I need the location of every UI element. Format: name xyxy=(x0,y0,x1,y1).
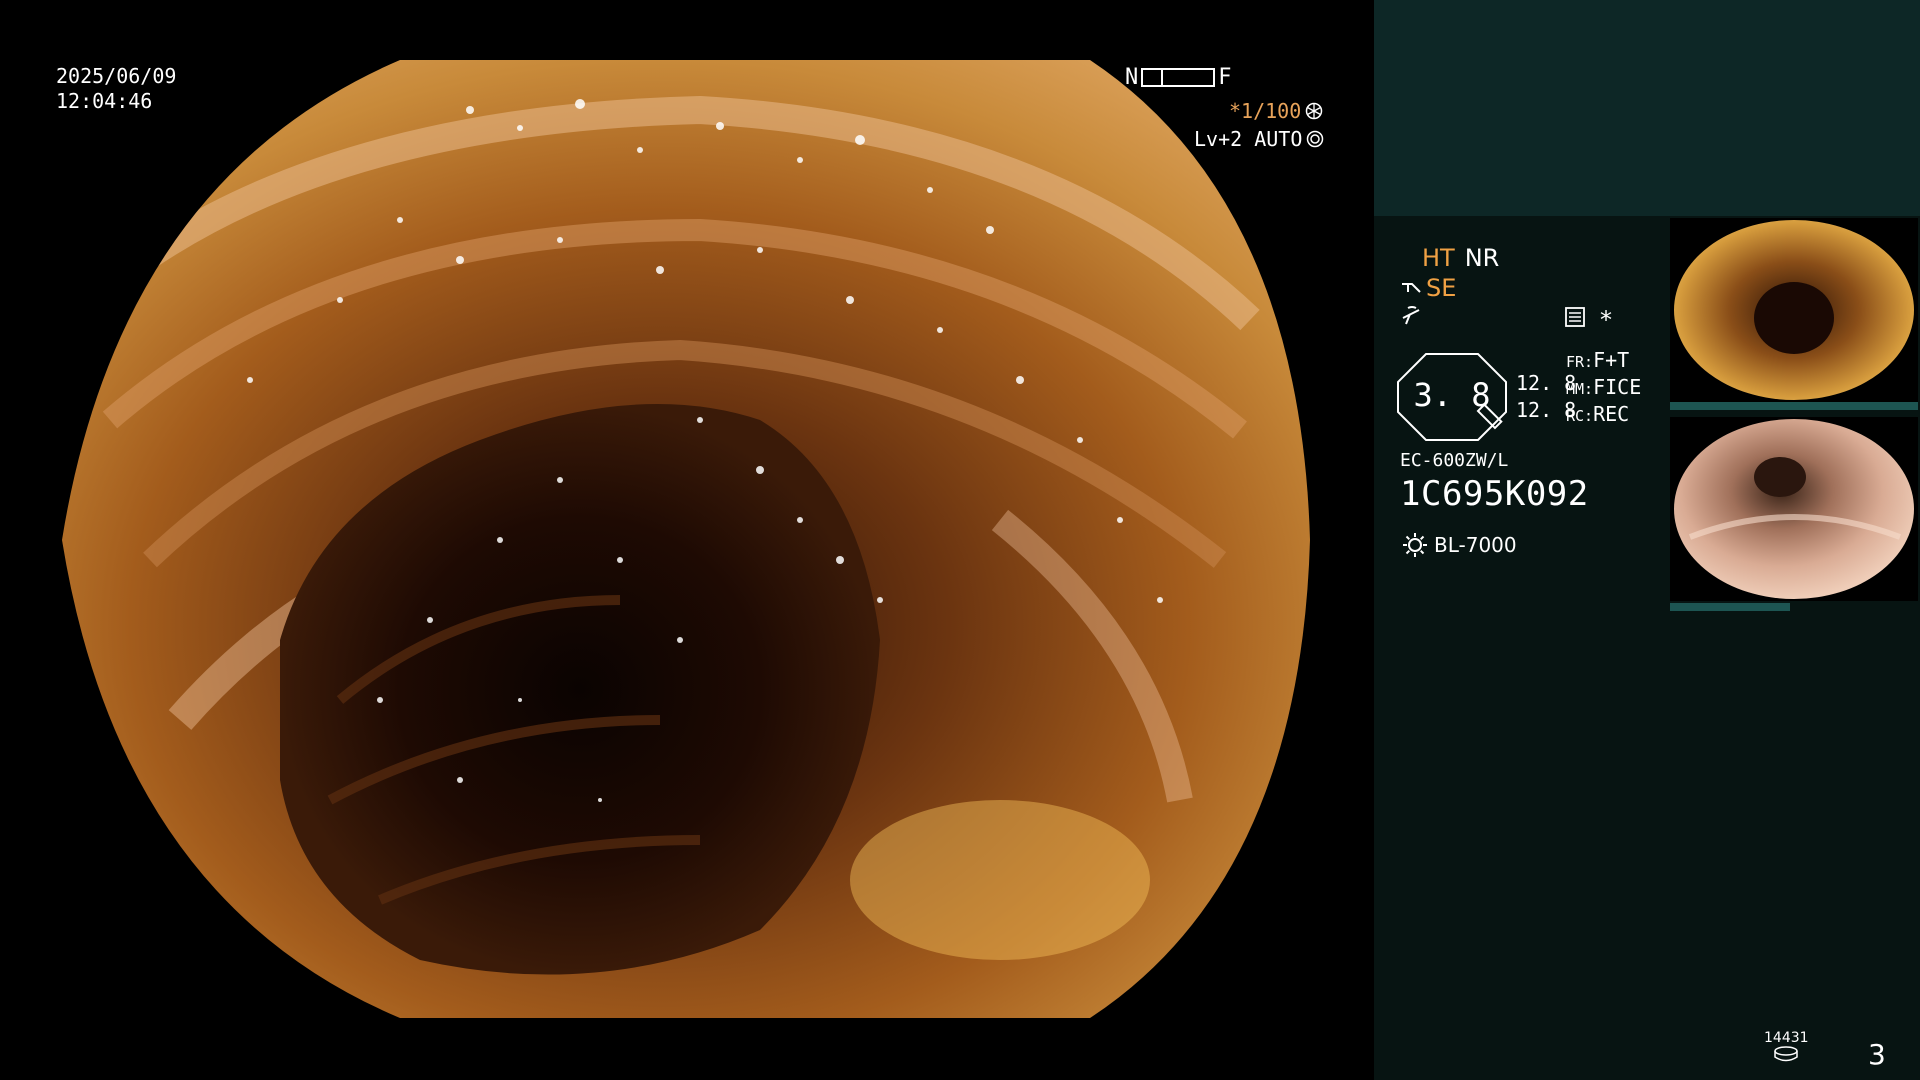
mode-params: FR:F+T MM:FICE RC:REC xyxy=(1566,348,1641,429)
time-text: 12:04:46 xyxy=(56,89,153,113)
endoscope-view: 2025/06/09 12:04:46 N F *1/100 Lv+2 AUTO xyxy=(0,0,1374,1080)
mode-se-row: SE xyxy=(1400,274,1456,302)
capture-thumbnail-2[interactable] xyxy=(1670,417,1918,601)
light-source-text: BL-7000 xyxy=(1434,533,1517,557)
light-source-row: BL-7000 xyxy=(1402,532,1517,558)
iris-icon xyxy=(1307,130,1324,148)
page-number: 3 xyxy=(1868,1038,1886,1071)
endoscope-image xyxy=(62,60,1310,1018)
focus-indicator: N F xyxy=(1125,64,1232,90)
scope-model: EC-600ZW/L xyxy=(1400,450,1509,471)
memory-icon xyxy=(1565,307,1585,327)
thumbnail-image-1 xyxy=(1670,218,1918,402)
storage-disk-icon xyxy=(1774,1046,1799,1062)
scope-serial: 1C695K092 xyxy=(1400,474,1589,514)
panel-header-area xyxy=(1374,0,1920,216)
shutter-text: *1/100 xyxy=(1229,99,1302,123)
asterisk-mark: * xyxy=(1600,306,1612,334)
level-indicator: Lv+2 AUTO xyxy=(1194,127,1324,151)
thumbnail-bar-1 xyxy=(1670,402,1918,410)
param-mm: MM:FICE xyxy=(1566,375,1642,399)
structure-enhance-icon xyxy=(1402,283,1421,293)
light-bulb-icon xyxy=(1403,533,1427,557)
capture-thumbnail-1[interactable] xyxy=(1670,218,1918,402)
near-label: N xyxy=(1125,64,1139,90)
zoom-value: 3. 8 xyxy=(1413,376,1491,414)
param-rc: RC:REC xyxy=(1566,402,1630,426)
storage-count-text: 14431 xyxy=(1764,1030,1809,1046)
mode-ht-nr: HT NR xyxy=(1422,244,1499,272)
storage-counter: 14431 xyxy=(1764,1030,1809,1066)
param-fr: FR:F+T xyxy=(1566,348,1630,372)
far-label: F xyxy=(1218,64,1232,90)
focus-bar xyxy=(1141,67,1216,87)
aperture-icon xyxy=(1306,102,1323,120)
info-panel: HT NR SE * 3. 8 12. 8 12. 8 FR:F+T MM:FIC… xyxy=(1374,0,1920,1080)
thumbnail-bar-2 xyxy=(1670,603,1790,611)
date-text: 2025/06/09 xyxy=(56,64,177,88)
thumbnail-image-2 xyxy=(1670,417,1918,601)
mode-nr: NR xyxy=(1464,244,1500,272)
zoom-badge: 3. 8 xyxy=(1396,352,1508,442)
date-time-overlay: 2025/06/09 12:04:46 xyxy=(56,64,176,114)
shutter-indicator: *1/100 xyxy=(1229,99,1323,123)
mode-se: SE xyxy=(1426,274,1457,302)
level-text: Lv+2 AUTO xyxy=(1194,127,1303,151)
mode-ht: HT xyxy=(1422,244,1455,272)
freeze-icon xyxy=(1402,306,1420,325)
